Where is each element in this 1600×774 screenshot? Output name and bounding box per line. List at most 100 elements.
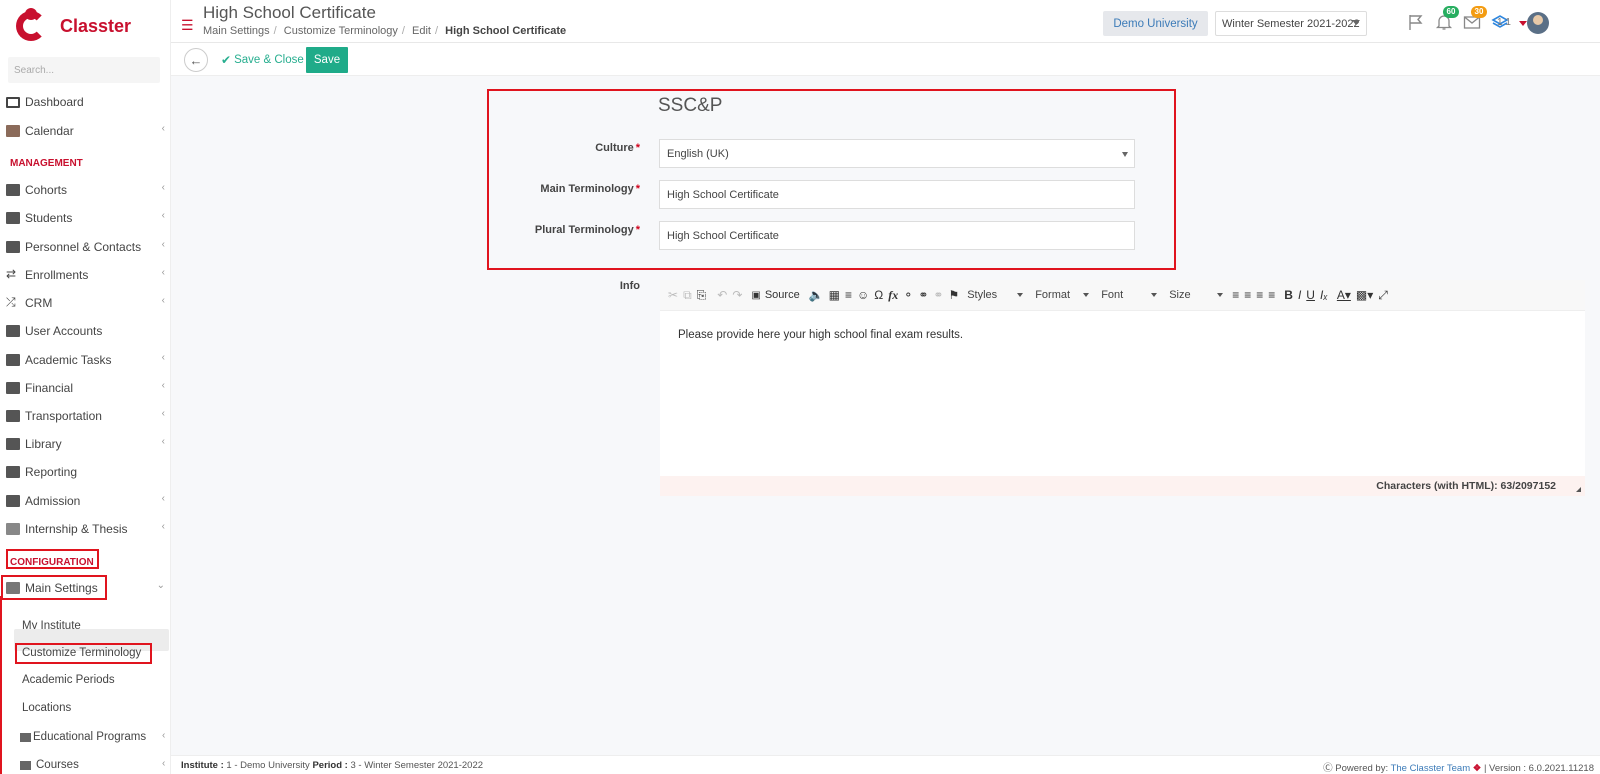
align-right-icon[interactable]: ≡ xyxy=(1256,286,1263,304)
globe-icon[interactable]: ⚬ xyxy=(903,286,913,304)
culture-value: English (UK) xyxy=(667,147,729,160)
sidebar-item-academic-tasks[interactable]: Academic Tasks ‹ xyxy=(0,348,171,372)
styles-dropdown[interactable]: Styles xyxy=(964,285,1026,305)
dropdown-label: Format xyxy=(1035,289,1071,301)
sidebar-item-label: Reporting xyxy=(25,465,78,479)
size-dropdown[interactable]: Size xyxy=(1166,285,1226,305)
smiley-icon[interactable]: ☺ xyxy=(857,286,869,304)
dropdown-label: Styles xyxy=(967,289,998,301)
plural-terminology-field[interactable] xyxy=(659,221,1135,250)
culture-label: Culture * xyxy=(480,142,640,154)
dropdown-label: Size xyxy=(1169,289,1191,301)
remove-format-icon[interactable]: Iₓ xyxy=(1320,286,1328,304)
period-value: 3 - Winter Semester 2021-2022 xyxy=(350,760,484,771)
sub-item-courses[interactable]: Courses xyxy=(20,755,79,774)
menu-icon[interactable]: ☰ xyxy=(181,17,194,34)
sub-item-locations[interactable]: Locations xyxy=(22,698,71,718)
person-icon xyxy=(6,241,20,253)
sidebar-item-dashboard[interactable]: Dashboard xyxy=(0,90,171,114)
sidebar-item-library[interactable]: Library ‹ xyxy=(0,432,171,456)
key-icon xyxy=(6,325,20,337)
box-icon xyxy=(6,523,20,535)
align-left-icon[interactable]: ≡ xyxy=(1232,286,1239,304)
sidebar-item-crm[interactable]: ⤮ CRM ‹ xyxy=(0,291,171,315)
form-title: SSC&P xyxy=(658,95,723,116)
cohorts-icon xyxy=(6,184,20,196)
align-justify-icon[interactable]: ≡ xyxy=(1268,286,1275,304)
sidebar-item-label: Internship & Thesis xyxy=(25,522,128,536)
envelope-icon[interactable]: 30 xyxy=(1463,6,1487,31)
sub-item-educational-programs[interactable]: Educational Programs xyxy=(20,727,146,747)
breadcrumb-item[interactable]: Main Settings xyxy=(203,25,270,37)
paste-icon[interactable]: ⎘ xyxy=(697,286,707,304)
text-color-icon[interactable]: A▾ xyxy=(1337,286,1351,304)
page-footer: Institute : 1 - Demo University Period :… xyxy=(171,755,1600,774)
search-input[interactable] xyxy=(8,57,160,83)
back-button[interactable]: ← xyxy=(184,48,208,72)
format-dropdown[interactable]: Format xyxy=(1032,285,1092,305)
underline-icon[interactable]: U xyxy=(1306,286,1315,304)
save-button[interactable]: Save xyxy=(306,47,348,73)
grid-icon xyxy=(6,354,20,366)
omega-icon[interactable]: Ω xyxy=(874,286,883,304)
sidebar-item-reporting[interactable]: Reporting xyxy=(0,460,171,484)
sidebar-item-financial[interactable]: Financial ‹ xyxy=(0,376,171,400)
bold-icon[interactable]: B xyxy=(1284,286,1293,304)
cut-icon[interactable]: ✂ xyxy=(668,286,678,304)
copy-icon[interactable]: ⧉ xyxy=(683,286,692,304)
chevron-left-icon: ‹ xyxy=(161,295,165,306)
app-logo[interactable]: Classter xyxy=(14,8,131,44)
sidebar-item-admission[interactable]: Admission ‹ xyxy=(0,489,171,513)
team-link[interactable]: The Classter Team xyxy=(1391,763,1471,774)
sidebar-item-transportation[interactable]: Transportation ‹ xyxy=(0,404,171,428)
chevron-left-icon: ‹ xyxy=(161,182,165,193)
bell-icon[interactable]: 60 xyxy=(1435,6,1459,31)
breadcrumb-item[interactable]: Edit xyxy=(412,25,431,37)
speaker-icon[interactable]: 🔈 xyxy=(809,286,824,304)
sidebar-item-students[interactable]: Students ‹ xyxy=(0,206,171,230)
shuffle-icon: ⤮ xyxy=(6,295,16,309)
highlight-configuration xyxy=(6,549,99,569)
redo-icon[interactable]: ↷ xyxy=(732,286,742,304)
culture-select[interactable]: English (UK) xyxy=(659,139,1135,168)
table-icon[interactable]: ▦ xyxy=(829,286,840,304)
background-color-icon[interactable]: ▩▾ xyxy=(1356,286,1373,304)
semester-select[interactable]: Winter Semester 2021-2022 xyxy=(1215,11,1367,36)
link-icon[interactable]: ⚭ xyxy=(918,286,928,304)
institute-label: Institute : xyxy=(181,760,224,771)
action-toolbar: ← ✔ Save & Close Save xyxy=(171,43,1600,76)
resize-handle-icon[interactable] xyxy=(1576,487,1581,492)
chevron-left-icon: ‹ xyxy=(161,352,165,363)
save-close-button[interactable]: ✔ Save & Close xyxy=(221,53,304,67)
unlink-icon[interactable]: ⚭ xyxy=(933,286,943,304)
maximize-icon[interactable]: ⤢ xyxy=(1378,286,1388,304)
user-avatar[interactable] xyxy=(1527,12,1549,34)
undo-icon[interactable]: ↶ xyxy=(717,286,727,304)
plural-terminology-input[interactable] xyxy=(667,229,1134,242)
sub-item-academic-periods[interactable]: Academic Periods xyxy=(22,670,115,690)
align-center-icon[interactable]: ≡ xyxy=(1244,286,1251,304)
highlight-main-settings xyxy=(1,575,107,600)
university-button[interactable]: Demo University xyxy=(1103,11,1208,36)
sidebar-search xyxy=(8,57,160,83)
main-terminology-field[interactable] xyxy=(659,180,1135,209)
flag-icon[interactable] xyxy=(1407,13,1427,31)
caret-down-icon[interactable] xyxy=(1519,21,1527,26)
main-terminology-input[interactable] xyxy=(667,188,1134,201)
sidebar-item-user-accounts[interactable]: User Accounts xyxy=(0,319,171,343)
italic-icon[interactable]: I xyxy=(1298,286,1301,304)
sidebar-item-personnel[interactable]: Personnel & Contacts ‹ xyxy=(0,235,171,259)
editor-content[interactable]: Please provide here your high school fin… xyxy=(678,329,963,341)
anchor-flag-icon[interactable]: ⚑ xyxy=(948,286,959,304)
horizontal-rule-icon[interactable]: ≡ xyxy=(845,286,852,304)
sidebar-item-cohorts[interactable]: Cohorts ‹ xyxy=(0,178,171,202)
sidebar-item-calendar[interactable]: Calendar ‹ xyxy=(0,119,171,143)
source-button[interactable]: ▣ Source xyxy=(751,286,799,304)
formula-icon[interactable]: fx xyxy=(888,286,898,304)
rich-text-editor: ✂ ⧉ ⎘ ↶ ↷ ▣ Source 🔈 ▦ ≡ ☺ Ω fx ⚬ ⚭ ⚭ ⚑ … xyxy=(660,280,1585,496)
sidebar-item-internship[interactable]: Internship & Thesis ‹ xyxy=(0,517,171,541)
breadcrumb-item[interactable]: Customize Terminology xyxy=(284,25,398,37)
top-header: ☰ High School Certificate Main Settings /… xyxy=(171,0,1600,43)
font-dropdown[interactable]: Font xyxy=(1098,285,1160,305)
sidebar-item-enrollments[interactable]: ⇄ Enrollments ‹ xyxy=(0,263,171,287)
